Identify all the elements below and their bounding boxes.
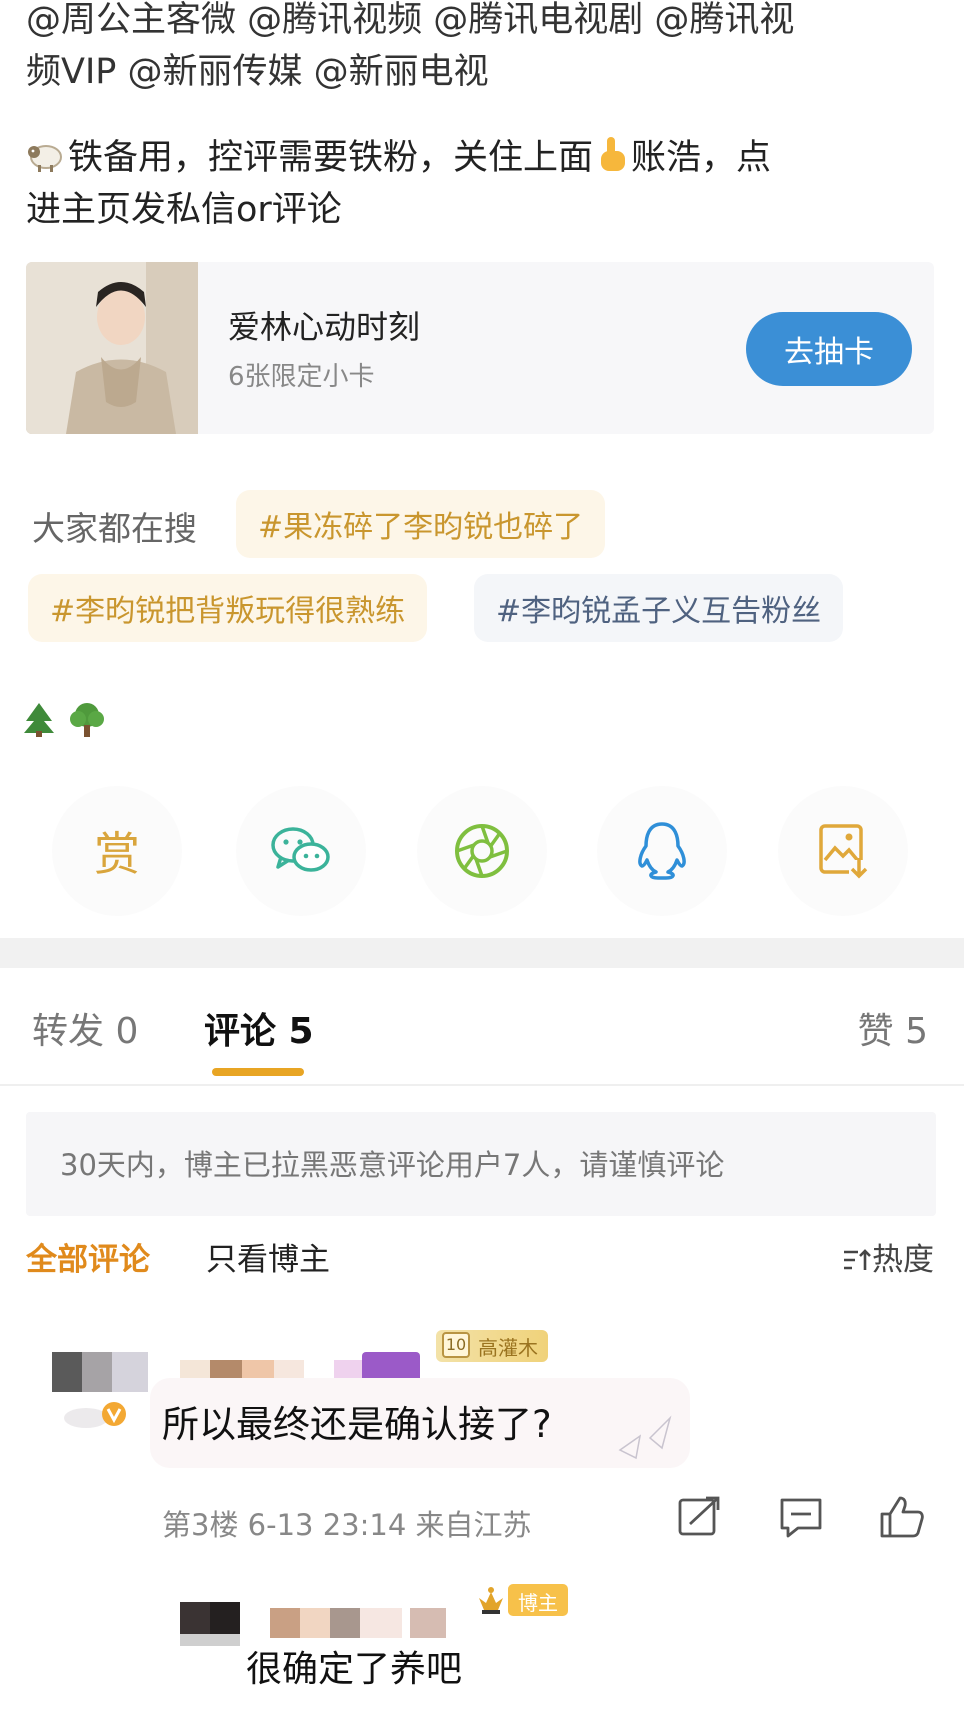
trending-search-label: 大家都在搜 xyxy=(32,509,197,548)
draw-card-button[interactable]: 去抽卡 xyxy=(746,312,912,386)
note-text-1: 铁备用，控评需要铁粉，关住上面 xyxy=(68,138,594,178)
post-note: 铁备用，控评需要铁粉，关住上面 账浩，点 进主页发私信or评论 xyxy=(26,132,926,236)
qq-icon xyxy=(638,822,686,880)
share-wechat-button[interactable] xyxy=(236,786,366,916)
sheep-emoji-icon xyxy=(28,145,62,172)
save-image-icon xyxy=(819,824,869,879)
note-text-1-tail: 账浩，点 xyxy=(631,138,772,178)
sort-by-hot-button[interactable]: 热度 xyxy=(842,1234,934,1279)
reply-avatar-mosaic[interactable] xyxy=(180,1602,240,1646)
crown-icon xyxy=(479,1587,503,1614)
share-moments-button[interactable] xyxy=(417,786,547,916)
sort-icon xyxy=(844,1249,871,1270)
mentions-line-2[interactable]: 频VIP @新丽传媒 @新丽电视 xyxy=(26,46,926,98)
section-divider xyxy=(0,938,964,968)
tabs-divider xyxy=(0,1084,964,1086)
reply-name-mosaic[interactable] xyxy=(270,1602,460,1638)
blogger-badge: 博主 xyxy=(508,1584,568,1616)
active-tab-indicator xyxy=(212,1068,304,1076)
repost-comment-icon[interactable] xyxy=(674,1492,724,1542)
card-subtitle: 6张限定小卡 xyxy=(228,362,375,392)
post-mentions: @周公主客微 @腾讯视频 @腾讯电视剧 @腾讯视 频VIP @新丽传媒 @新丽电… xyxy=(26,0,926,98)
card-title: 爱林心动时刻 xyxy=(228,308,421,346)
moments-icon xyxy=(455,824,509,878)
verified-badge xyxy=(58,1398,130,1432)
deciduous-tree-icon xyxy=(69,702,104,737)
like-comment-icon[interactable] xyxy=(876,1492,926,1542)
search-chip-3[interactable]: #李昀锐孟子义互告粉丝 xyxy=(474,574,844,642)
tab-comments[interactable]: 评论 5 xyxy=(204,1002,314,1054)
note-text-2: 进主页发私信or评论 xyxy=(26,190,342,230)
reply-text: 很确定了养吧 xyxy=(246,1649,463,1690)
lottery-card[interactable]: 爱林心动时刻 6张限定小卡 去抽卡 xyxy=(26,262,934,434)
reward-button[interactable]: 赏 xyxy=(52,786,182,916)
fan-level-number: 10 xyxy=(442,1332,470,1358)
tree-emojis xyxy=(22,700,106,737)
card-thumbnail xyxy=(26,262,198,434)
reward-icon: 赏 xyxy=(94,827,140,881)
fan-level-title: 高灌木 xyxy=(478,1336,538,1360)
fan-level-badge: 10 高灌木 xyxy=(436,1330,548,1362)
tab-likes[interactable]: 赞 5 xyxy=(858,1002,928,1054)
save-image-button[interactable] xyxy=(778,786,908,916)
sort-label: 热度 xyxy=(872,1242,934,1278)
pointing-up-emoji-icon xyxy=(601,137,626,171)
commenter-avatar-mosaic[interactable] xyxy=(52,1352,148,1392)
search-chip-1[interactable]: #果冻碎了李昀锐也碎了 xyxy=(236,490,606,558)
comment-meta: 第3楼 6-13 23:14 来自江苏 xyxy=(162,1508,532,1542)
evergreen-tree-icon xyxy=(24,702,54,737)
tab-repost[interactable]: 转发 0 xyxy=(32,1002,138,1054)
share-qq-button[interactable] xyxy=(597,786,727,916)
wechat-icon xyxy=(271,827,330,872)
mentions-line-1[interactable]: @周公主客微 @腾讯视频 @腾讯电视剧 @腾讯视 xyxy=(26,0,926,46)
search-chip-2[interactable]: #李昀锐把背叛玩得很熟练 xyxy=(28,574,428,642)
comment-text: 所以最终还是确认接了? xyxy=(162,1403,552,1446)
moderation-notice: 30天内，博主已拉黑恶意评论用户7人，请谨慎评论 xyxy=(26,1112,936,1216)
filter-all-comments[interactable]: 全部评论 xyxy=(26,1234,150,1279)
reply-comment-icon[interactable] xyxy=(776,1492,826,1542)
filter-blogger-only[interactable]: 只看博主 xyxy=(206,1234,330,1279)
